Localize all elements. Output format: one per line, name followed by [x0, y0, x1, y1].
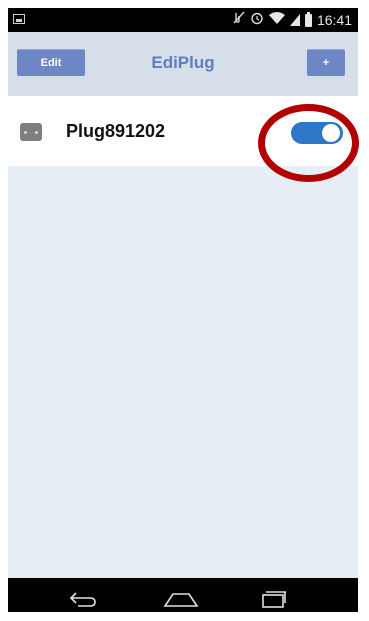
status-icons: 16:41 [233, 11, 352, 29]
status-bar: 16:41 [8, 8, 358, 32]
image-icon [13, 14, 25, 24]
toggle-knob [322, 124, 340, 142]
navigation-bar [8, 578, 358, 612]
status-time: 16:41 [316, 12, 352, 28]
battery-icon [304, 11, 312, 27]
mute-icon [233, 11, 245, 29]
page-title: EdiPlug [151, 53, 215, 72]
app-header: Edit EdiPlug + [8, 32, 358, 96]
plug-icon [20, 123, 42, 141]
back-icon[interactable] [68, 590, 98, 608]
signal-icon [289, 14, 300, 26]
alarm-icon [250, 11, 264, 30]
home-icon[interactable] [163, 592, 199, 608]
power-toggle[interactable] [291, 122, 343, 144]
device-name: Plug891202 [66, 121, 166, 141]
wifi-icon [268, 11, 285, 29]
add-device-button[interactable]: + [307, 49, 345, 76]
phone-screen: 16:41 Edit EdiPlug + Plug891202 [8, 8, 358, 612]
list-item[interactable]: Plug891202 [8, 96, 358, 166]
recent-apps-icon[interactable] [259, 590, 287, 608]
